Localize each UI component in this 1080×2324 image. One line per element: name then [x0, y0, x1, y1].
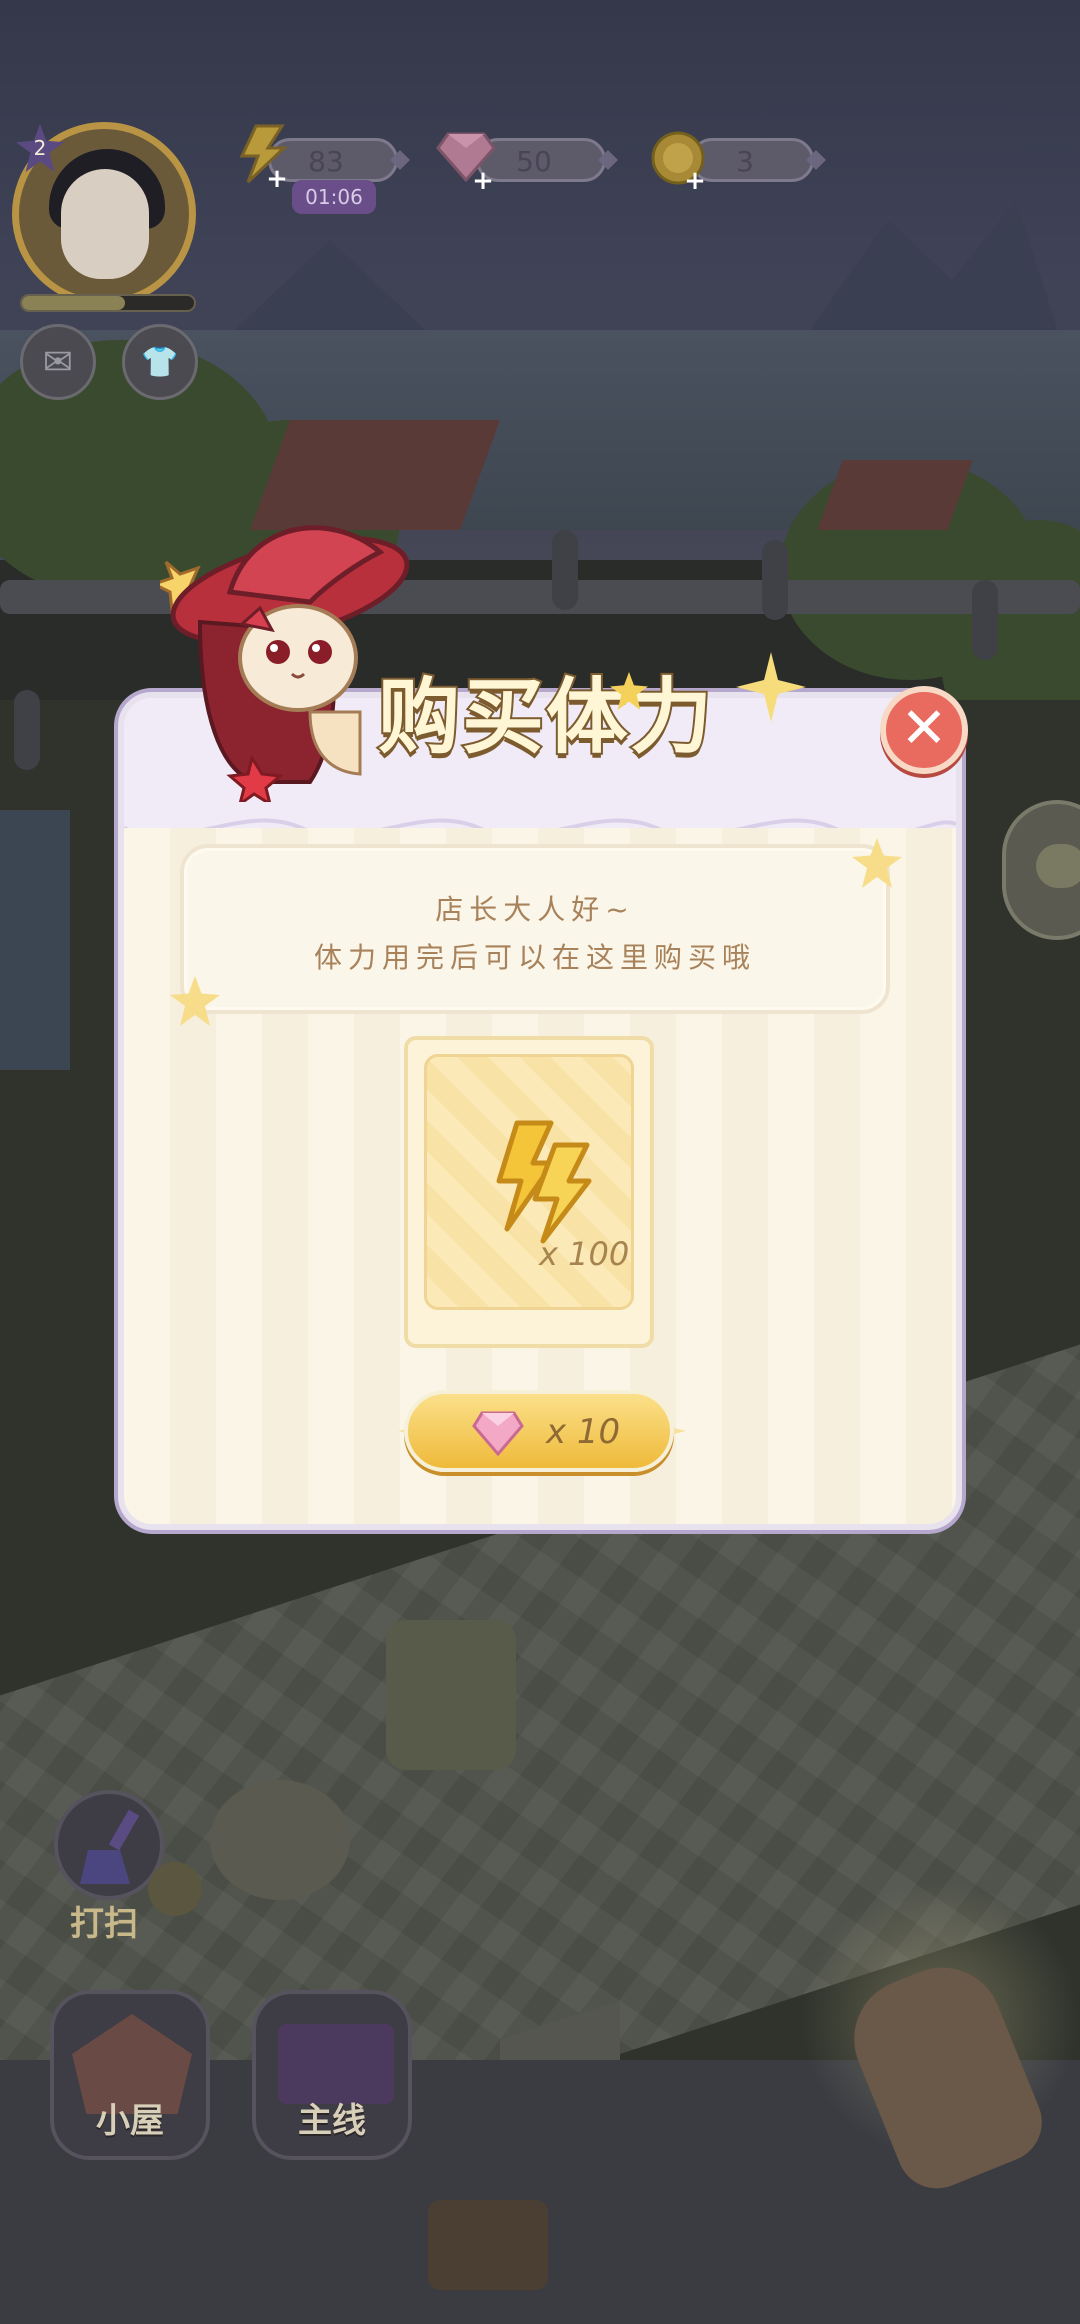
- house-roof: [817, 460, 973, 530]
- level-number: 2: [33, 136, 47, 160]
- treasure-chest: [428, 2200, 548, 2290]
- railing-post: [552, 530, 578, 610]
- item-card-inner: x 100: [424, 1054, 634, 1310]
- lightning-icon: [496, 1120, 592, 1244]
- book-icon: [278, 2024, 394, 2104]
- coin-value: 3: [736, 145, 754, 178]
- notice-greeting: 店长大人好~: [435, 893, 635, 926]
- shirt-icon: 👕: [141, 344, 179, 380]
- railing-post: [14, 690, 40, 770]
- add-gems-button[interactable]: +: [472, 168, 494, 194]
- shop-stall: [0, 810, 70, 1070]
- notice-box: 店长大人好~ 体力用完后可以在这里购买哦: [180, 844, 890, 1014]
- mail-button[interactable]: ✉: [20, 324, 96, 400]
- wardrobe-button[interactable]: 👕: [122, 324, 198, 400]
- railing-post: [762, 540, 788, 620]
- add-energy-button[interactable]: +: [266, 166, 288, 192]
- pink-gem-icon: [472, 1411, 524, 1456]
- coin-counter: 3: [690, 138, 826, 182]
- add-coins-button[interactable]: +: [684, 168, 706, 194]
- energy-timer: 01:06: [292, 180, 376, 214]
- broom-icon: [80, 1810, 140, 1884]
- chat-bubble-icon: [1036, 844, 1080, 888]
- avatar-face: [61, 169, 149, 279]
- envelope-icon: ✉: [42, 341, 74, 383]
- table: [210, 1780, 350, 1900]
- sweep-label: 打扫: [70, 1904, 138, 1944]
- house-label: 小屋: [96, 2101, 164, 2141]
- clothes-rack: [386, 1620, 516, 1770]
- notice-message: 体力用完后可以在这里购买哦: [313, 941, 756, 974]
- item-quantity: x 100: [539, 1235, 630, 1273]
- dialog-title: 购买体力: [376, 668, 715, 767]
- buy-price: x 10: [546, 1412, 621, 1452]
- energy-item-card[interactable]: x 100: [404, 1036, 654, 1348]
- xp-bar-fill: [22, 296, 126, 310]
- close-icon: ✕: [900, 696, 948, 761]
- chat-button[interactable]: [1002, 800, 1080, 940]
- story-label: 主线: [298, 2101, 366, 2141]
- house-button[interactable]: 小屋: [50, 1990, 210, 2160]
- sweep-hint-bubble: [148, 1862, 202, 1916]
- close-button[interactable]: ✕: [880, 686, 968, 774]
- story-button[interactable]: 主线: [252, 1990, 412, 2160]
- railing-post: [972, 580, 998, 660]
- buy-button[interactable]: x 10: [404, 1390, 674, 1472]
- xp-bar: [20, 294, 196, 312]
